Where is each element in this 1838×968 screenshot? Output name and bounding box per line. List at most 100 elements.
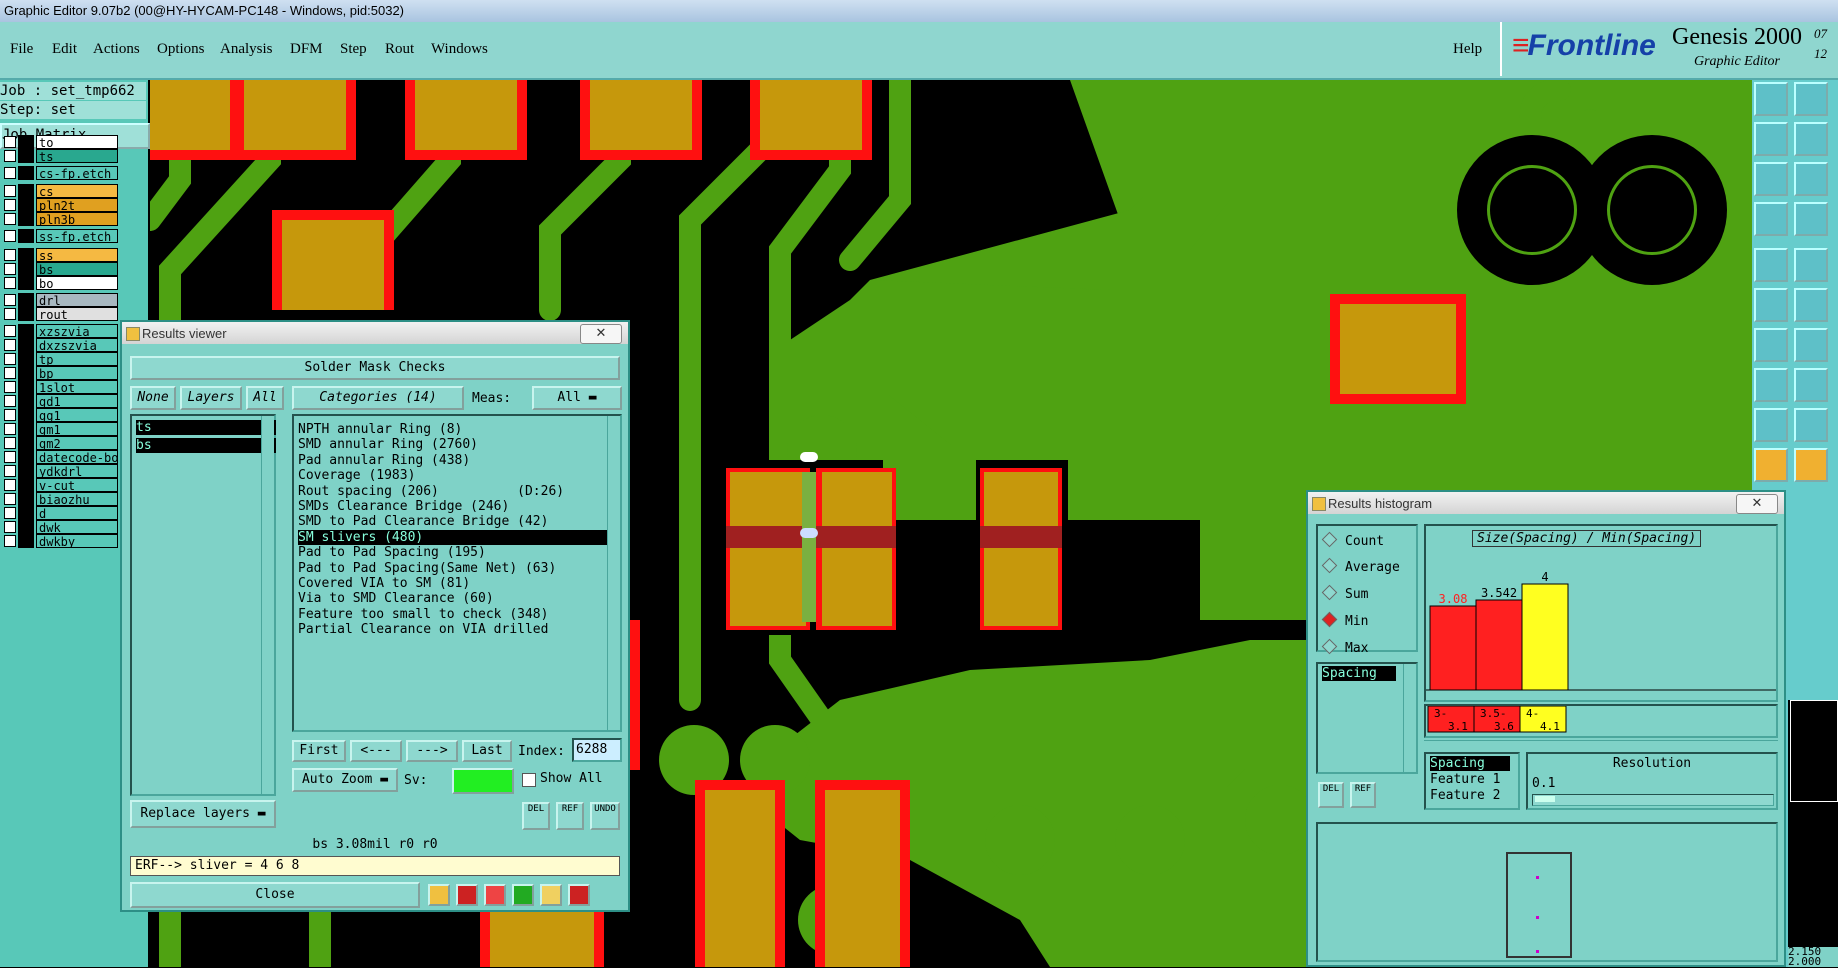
category-item[interactable]: Coverage (1983) xyxy=(298,468,415,483)
layer-row-gm1[interactable]: gm1 xyxy=(2,422,118,436)
draw-line-icon[interactable] xyxy=(1754,328,1788,362)
layer-row-ts[interactable]: ts xyxy=(2,149,118,163)
layer-checkbox[interactable] xyxy=(4,479,16,491)
category-item[interactable]: SMD to Pad Clearance Bridge (42) xyxy=(298,514,548,529)
menu-options[interactable]: Options xyxy=(157,41,205,58)
histogram-del-icon[interactable]: DEL xyxy=(1318,782,1344,808)
layer-name[interactable]: pln3b xyxy=(36,212,118,226)
mode-sum[interactable]: Sum xyxy=(1321,584,1368,602)
snap-icon[interactable] xyxy=(1794,248,1828,282)
layer-checkbox[interactable] xyxy=(4,213,16,225)
prev-button[interactable]: <--- xyxy=(350,740,402,762)
layer-checkbox[interactable] xyxy=(4,185,16,197)
layer-checkbox[interactable] xyxy=(4,199,16,211)
layer-row-ss[interactable]: ss xyxy=(2,248,118,262)
layer-row-gg1[interactable]: gg1 xyxy=(2,408,118,422)
select-arrow-icon[interactable] xyxy=(1754,448,1788,482)
category-item[interactable]: Partial Clearance on VIA drilled xyxy=(298,622,548,637)
none-button[interactable]: None xyxy=(130,386,176,410)
layer-checkbox[interactable] xyxy=(4,381,16,393)
layer-checkbox[interactable] xyxy=(4,521,16,533)
layer-name[interactable]: bp xyxy=(36,366,118,380)
all-button[interactable]: All xyxy=(246,386,284,410)
layer-checkbox[interactable] xyxy=(4,437,16,449)
close-button[interactable]: Close xyxy=(130,882,420,908)
draw-arc-icon[interactable] xyxy=(1794,328,1828,362)
layer-name[interactable]: ss xyxy=(36,248,118,262)
layer-name[interactable]: bs xyxy=(36,262,118,276)
layer-name[interactable]: rout xyxy=(36,307,118,321)
cross-icon[interactable] xyxy=(1794,288,1828,322)
info-icon[interactable] xyxy=(428,884,450,906)
layer-checkbox[interactable] xyxy=(4,167,16,179)
menu-rout[interactable]: Rout xyxy=(385,41,414,58)
histogram-ref-icon[interactable]: REF xyxy=(1350,782,1376,808)
layer-row-datecode-bo[interactable]: datecode-bo xyxy=(2,450,118,464)
layer-row-gd1[interactable]: gd1 xyxy=(2,394,118,408)
layer-row-pln3b[interactable]: pln3b xyxy=(2,212,118,226)
triangle-icon[interactable] xyxy=(1754,408,1788,442)
layer-name[interactable]: tp xyxy=(36,352,118,366)
layer-name[interactable]: gm2 xyxy=(36,436,118,450)
category-item[interactable]: Rout spacing (206) (D:26) xyxy=(298,484,564,499)
layer-name[interactable]: bo xyxy=(36,276,118,290)
layer-name[interactable]: datecode-bo xyxy=(36,450,118,464)
layer-name[interactable]: dxzszvia xyxy=(36,338,118,352)
layer-row-xzszvia[interactable]: xzszvia xyxy=(2,324,118,338)
ref-icon[interactable]: REF xyxy=(556,802,584,830)
histogram-item-list[interactable]: Spacing xyxy=(1316,662,1418,774)
resolution-slider-handle[interactable] xyxy=(1535,796,1555,802)
layer-name[interactable]: v-cut xyxy=(36,478,118,492)
layer-row-dwk[interactable]: dwk xyxy=(2,520,118,534)
layer-row-drl[interactable]: drl xyxy=(2,293,118,307)
category-item[interactable]: Feature too small to check (348) xyxy=(298,607,548,622)
index-input[interactable]: 6288 xyxy=(572,738,622,762)
layer-row-dxzszvia[interactable]: dxzszvia xyxy=(2,338,118,352)
histogram-icon[interactable] xyxy=(568,884,590,906)
layer-checkbox[interactable] xyxy=(4,136,16,148)
layer-row-d[interactable]: d xyxy=(2,506,118,520)
layer-row-bp[interactable]: bp xyxy=(2,366,118,380)
replace-layers-dropdown[interactable]: Replace layers ▬ xyxy=(130,800,276,828)
close-icon[interactable]: ✕ xyxy=(1736,494,1778,514)
zoom-right-icon[interactable] xyxy=(1794,122,1828,156)
menu-file[interactable]: File xyxy=(10,41,33,58)
layer-row-pln2t[interactable]: pln2t xyxy=(2,198,118,212)
layer-checkbox[interactable] xyxy=(4,535,16,547)
fit-icon[interactable] xyxy=(1754,162,1788,196)
layer-list-scrollbar[interactable] xyxy=(261,416,274,794)
layer-checkbox[interactable] xyxy=(4,465,16,477)
layer-checkbox[interactable] xyxy=(4,353,16,365)
pad-icon[interactable] xyxy=(1754,368,1788,402)
attr-feature-2[interactable]: Feature 2 xyxy=(1430,788,1500,803)
layer-name[interactable]: dwkby xyxy=(36,534,118,548)
layer-name[interactable]: d xyxy=(36,506,118,520)
menu-windows[interactable]: Windows xyxy=(431,41,488,58)
attr-feature-1[interactable]: Feature 1 xyxy=(1430,772,1500,787)
swap-icon[interactable] xyxy=(512,884,534,906)
layer-checkbox[interactable] xyxy=(4,308,16,320)
measure-icon[interactable] xyxy=(1754,202,1788,236)
layer-name[interactable]: ts xyxy=(36,149,118,163)
grid-icon[interactable] xyxy=(1794,202,1828,236)
last-button[interactable]: Last xyxy=(462,740,512,762)
horizontal-line-icon[interactable] xyxy=(1794,368,1828,402)
layer-name[interactable]: cs xyxy=(36,184,118,198)
layer-name[interactable]: dwk xyxy=(36,520,118,534)
layer-checkbox[interactable] xyxy=(4,367,16,379)
connect-icon[interactable] xyxy=(1754,288,1788,322)
mode-max[interactable]: Max xyxy=(1321,638,1368,656)
layer-name[interactable]: biaozhu xyxy=(36,492,118,506)
layer-checkbox[interactable] xyxy=(4,249,16,261)
undo-icon[interactable]: UNDO xyxy=(590,802,620,830)
layer-name[interactable]: 1slot xyxy=(36,380,118,394)
layer-item-ts[interactable]: ts xyxy=(136,420,276,435)
record-icon[interactable] xyxy=(1754,248,1788,282)
layer-name[interactable]: gm1 xyxy=(36,422,118,436)
menu-actions[interactable]: Actions xyxy=(93,41,140,58)
layer-row-dwkby[interactable]: dwkby xyxy=(2,534,118,548)
histogram-item-spacing[interactable]: Spacing xyxy=(1322,666,1396,681)
layer-checkbox[interactable] xyxy=(4,395,16,407)
exit-icon[interactable] xyxy=(456,884,478,906)
category-item[interactable]: Pad to Pad Spacing (195) xyxy=(298,545,486,560)
